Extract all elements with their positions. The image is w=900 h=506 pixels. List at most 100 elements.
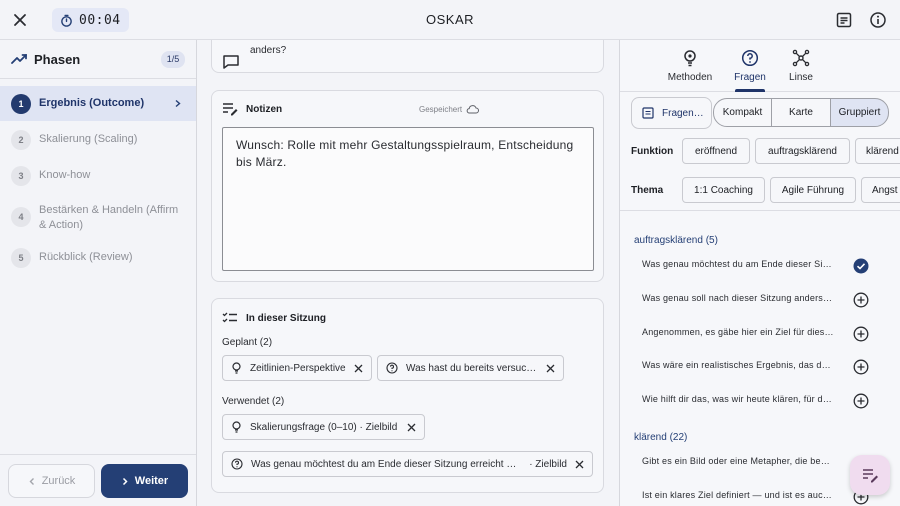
top-bar: 00:04 OSKAR	[0, 0, 900, 40]
question-text: Wie hilft dir das, was wir heute klären,…	[642, 394, 834, 404]
tab-label: Linse	[789, 72, 813, 83]
active-tab-indicator	[735, 89, 765, 92]
compose-notes-fab[interactable]	[850, 455, 890, 495]
filter-chip-angst[interactable]: Angst	[861, 177, 900, 203]
session-title: In dieser Sitzung	[246, 312, 327, 324]
question-row[interactable]: Angenommen, es gäbe hier ein Ziel für di…	[620, 318, 900, 351]
current-question-text: anders?	[250, 44, 580, 57]
next-button[interactable]: Weiter	[101, 464, 188, 498]
phase-label: Know-how	[39, 169, 91, 181]
lightbulb-icon	[231, 421, 242, 433]
library-panel: Methoden Fragen Linse Fragen… Kompakt Ka…	[619, 40, 900, 506]
remove-icon[interactable]	[407, 423, 416, 432]
checklist-icon	[222, 311, 238, 325]
view-option-kompakt[interactable]: Kompakt	[713, 98, 772, 127]
filter-chip-agile[interactable]: Agile Führung	[770, 177, 856, 203]
add-circle-icon[interactable]	[853, 292, 869, 308]
filter-chip-klaerend[interactable]: klärend	[855, 138, 900, 164]
question-row[interactable]: Was genau möchtest du am Ende dieser Sit…	[620, 250, 900, 283]
question-row[interactable]: Was wäre ein realistisches Ergebnis, das…	[620, 351, 900, 384]
used-chip[interactable]: Skalierungsfrage (0–10) · Zielbild	[222, 414, 425, 440]
notes-card: Notizen Gespeichert Wunsch: Rolle mit me…	[211, 90, 604, 282]
phase-item-affirm[interactable]: 4 Bestärken & Handeln (Affirm & Action)	[0, 197, 196, 237]
filter-chip-coaching[interactable]: 1:1 Coaching	[682, 177, 765, 203]
lightbulb-icon	[231, 362, 242, 374]
check-circle-icon[interactable]	[853, 258, 869, 274]
view-filter-dropdown[interactable]: Fragen…	[631, 97, 712, 129]
question-text: Was genau soll nach dieser Sitzung ander…	[642, 293, 834, 303]
divider	[620, 210, 900, 211]
info-icon[interactable]	[868, 10, 888, 30]
view-dropdown-label: Fragen…	[662, 107, 704, 119]
phase-label: Rückblick (Review)	[39, 251, 133, 263]
group-title-auftragsklaerend: auftragsklärend (5)	[634, 235, 718, 246]
trend-icon	[11, 52, 28, 66]
tab-methoden[interactable]: Methoden	[659, 46, 721, 92]
thema-label: Thema	[631, 185, 664, 196]
phase-item-scaling[interactable]: 2 Skalierung (Scaling)	[0, 123, 196, 157]
funktion-label: Funktion	[631, 146, 674, 157]
question-icon	[386, 362, 398, 374]
question-row[interactable]: Wie hilft dir das, was wir heute klären,…	[620, 385, 900, 418]
remove-icon[interactable]	[575, 460, 584, 469]
add-circle-icon[interactable]	[853, 393, 869, 409]
network-icon	[792, 49, 810, 67]
chevron-left-icon	[28, 477, 36, 486]
phase-number: 2	[11, 130, 31, 150]
phase-navigation: Zurück Weiter	[0, 454, 196, 506]
question-icon	[741, 49, 759, 67]
planned-chip[interactable]: Was hast du bereits versucht?	[377, 355, 564, 381]
stopwatch-icon	[60, 14, 73, 27]
planned-chip[interactable]: Zeitlinien-Perspektive	[222, 355, 372, 381]
phase-number: 4	[11, 207, 31, 227]
next-label: Weiter	[134, 475, 169, 487]
tab-linse[interactable]: Linse	[770, 46, 832, 92]
chat-icon	[222, 54, 240, 70]
add-circle-icon[interactable]	[853, 326, 869, 342]
chevron-right-icon	[121, 477, 129, 486]
phase-item-outcome[interactable]: 1 Ergebnis (Outcome)	[0, 86, 196, 121]
question-text: Gibt es ein Bild oder eine Metapher, die…	[642, 456, 834, 466]
close-icon[interactable]	[10, 10, 30, 30]
phase-progress-badge: 1/5	[161, 51, 185, 68]
view-option-karte[interactable]: Karte	[771, 98, 831, 127]
save-status-label: Gespeichert	[419, 105, 463, 114]
chevron-right-icon	[173, 99, 182, 108]
save-status: Gespeichert	[419, 105, 480, 114]
back-button[interactable]: Zurück	[8, 464, 95, 498]
list-icon	[642, 107, 654, 119]
phase-label: Skalierung (Scaling)	[39, 133, 138, 145]
notes-edit-icon	[222, 102, 238, 116]
phase-item-knowhow[interactable]: 3 Know-how	[0, 159, 196, 193]
notes-icon[interactable]	[834, 10, 854, 30]
back-label: Zurück	[41, 475, 76, 487]
used-label: Verwendet (2)	[222, 396, 285, 407]
question-text: Ist ein klares Ziel definiert — und ist …	[642, 490, 834, 500]
phase-label: Ergebnis (Outcome)	[39, 97, 145, 109]
question-text: Angenommen, es gäbe hier ein Ziel für di…	[642, 327, 834, 337]
view-option-gruppiert[interactable]: Gruppiert	[830, 98, 889, 127]
chip-label: Zeitlinien-Perspektive	[250, 362, 346, 374]
add-circle-icon[interactable]	[853, 359, 869, 375]
remove-icon[interactable]	[354, 364, 363, 373]
phases-header: Phasen 1/5	[0, 40, 196, 79]
phase-item-review[interactable]: 5 Rückblick (Review)	[0, 241, 196, 275]
question-icon	[231, 458, 243, 470]
session-card: In dieser Sitzung Geplant (2) Zeitlinien…	[211, 298, 604, 493]
timer-value: 00:04	[79, 12, 121, 28]
phase-number: 5	[11, 248, 31, 268]
session-timer[interactable]: 00:04	[52, 8, 129, 32]
remove-icon[interactable]	[546, 364, 555, 373]
main-content: anders? Notizen Gespeichert Wunsch: Roll…	[198, 40, 618, 506]
question-row[interactable]: Was genau soll nach dieser Sitzung ander…	[620, 284, 900, 317]
filter-chip-eroeffnend[interactable]: eröffnend	[682, 138, 750, 164]
app-title: OSKAR	[425, 12, 474, 27]
notes-textarea[interactable]: Wunsch: Rolle mit mehr Gestaltungsspielr…	[222, 127, 594, 271]
phases-title: Phasen	[34, 52, 81, 67]
chip-label: Was genau möchtest du am Ende dieser Sit…	[251, 458, 522, 470]
phase-number: 3	[11, 166, 31, 186]
filter-chip-auftragsklaerend[interactable]: auftragsklärend	[755, 138, 850, 164]
notes-title: Notizen	[246, 103, 283, 115]
planned-label: Geplant (2)	[222, 337, 273, 348]
used-chip[interactable]: Was genau möchtest du am Ende dieser Sit…	[222, 451, 593, 477]
